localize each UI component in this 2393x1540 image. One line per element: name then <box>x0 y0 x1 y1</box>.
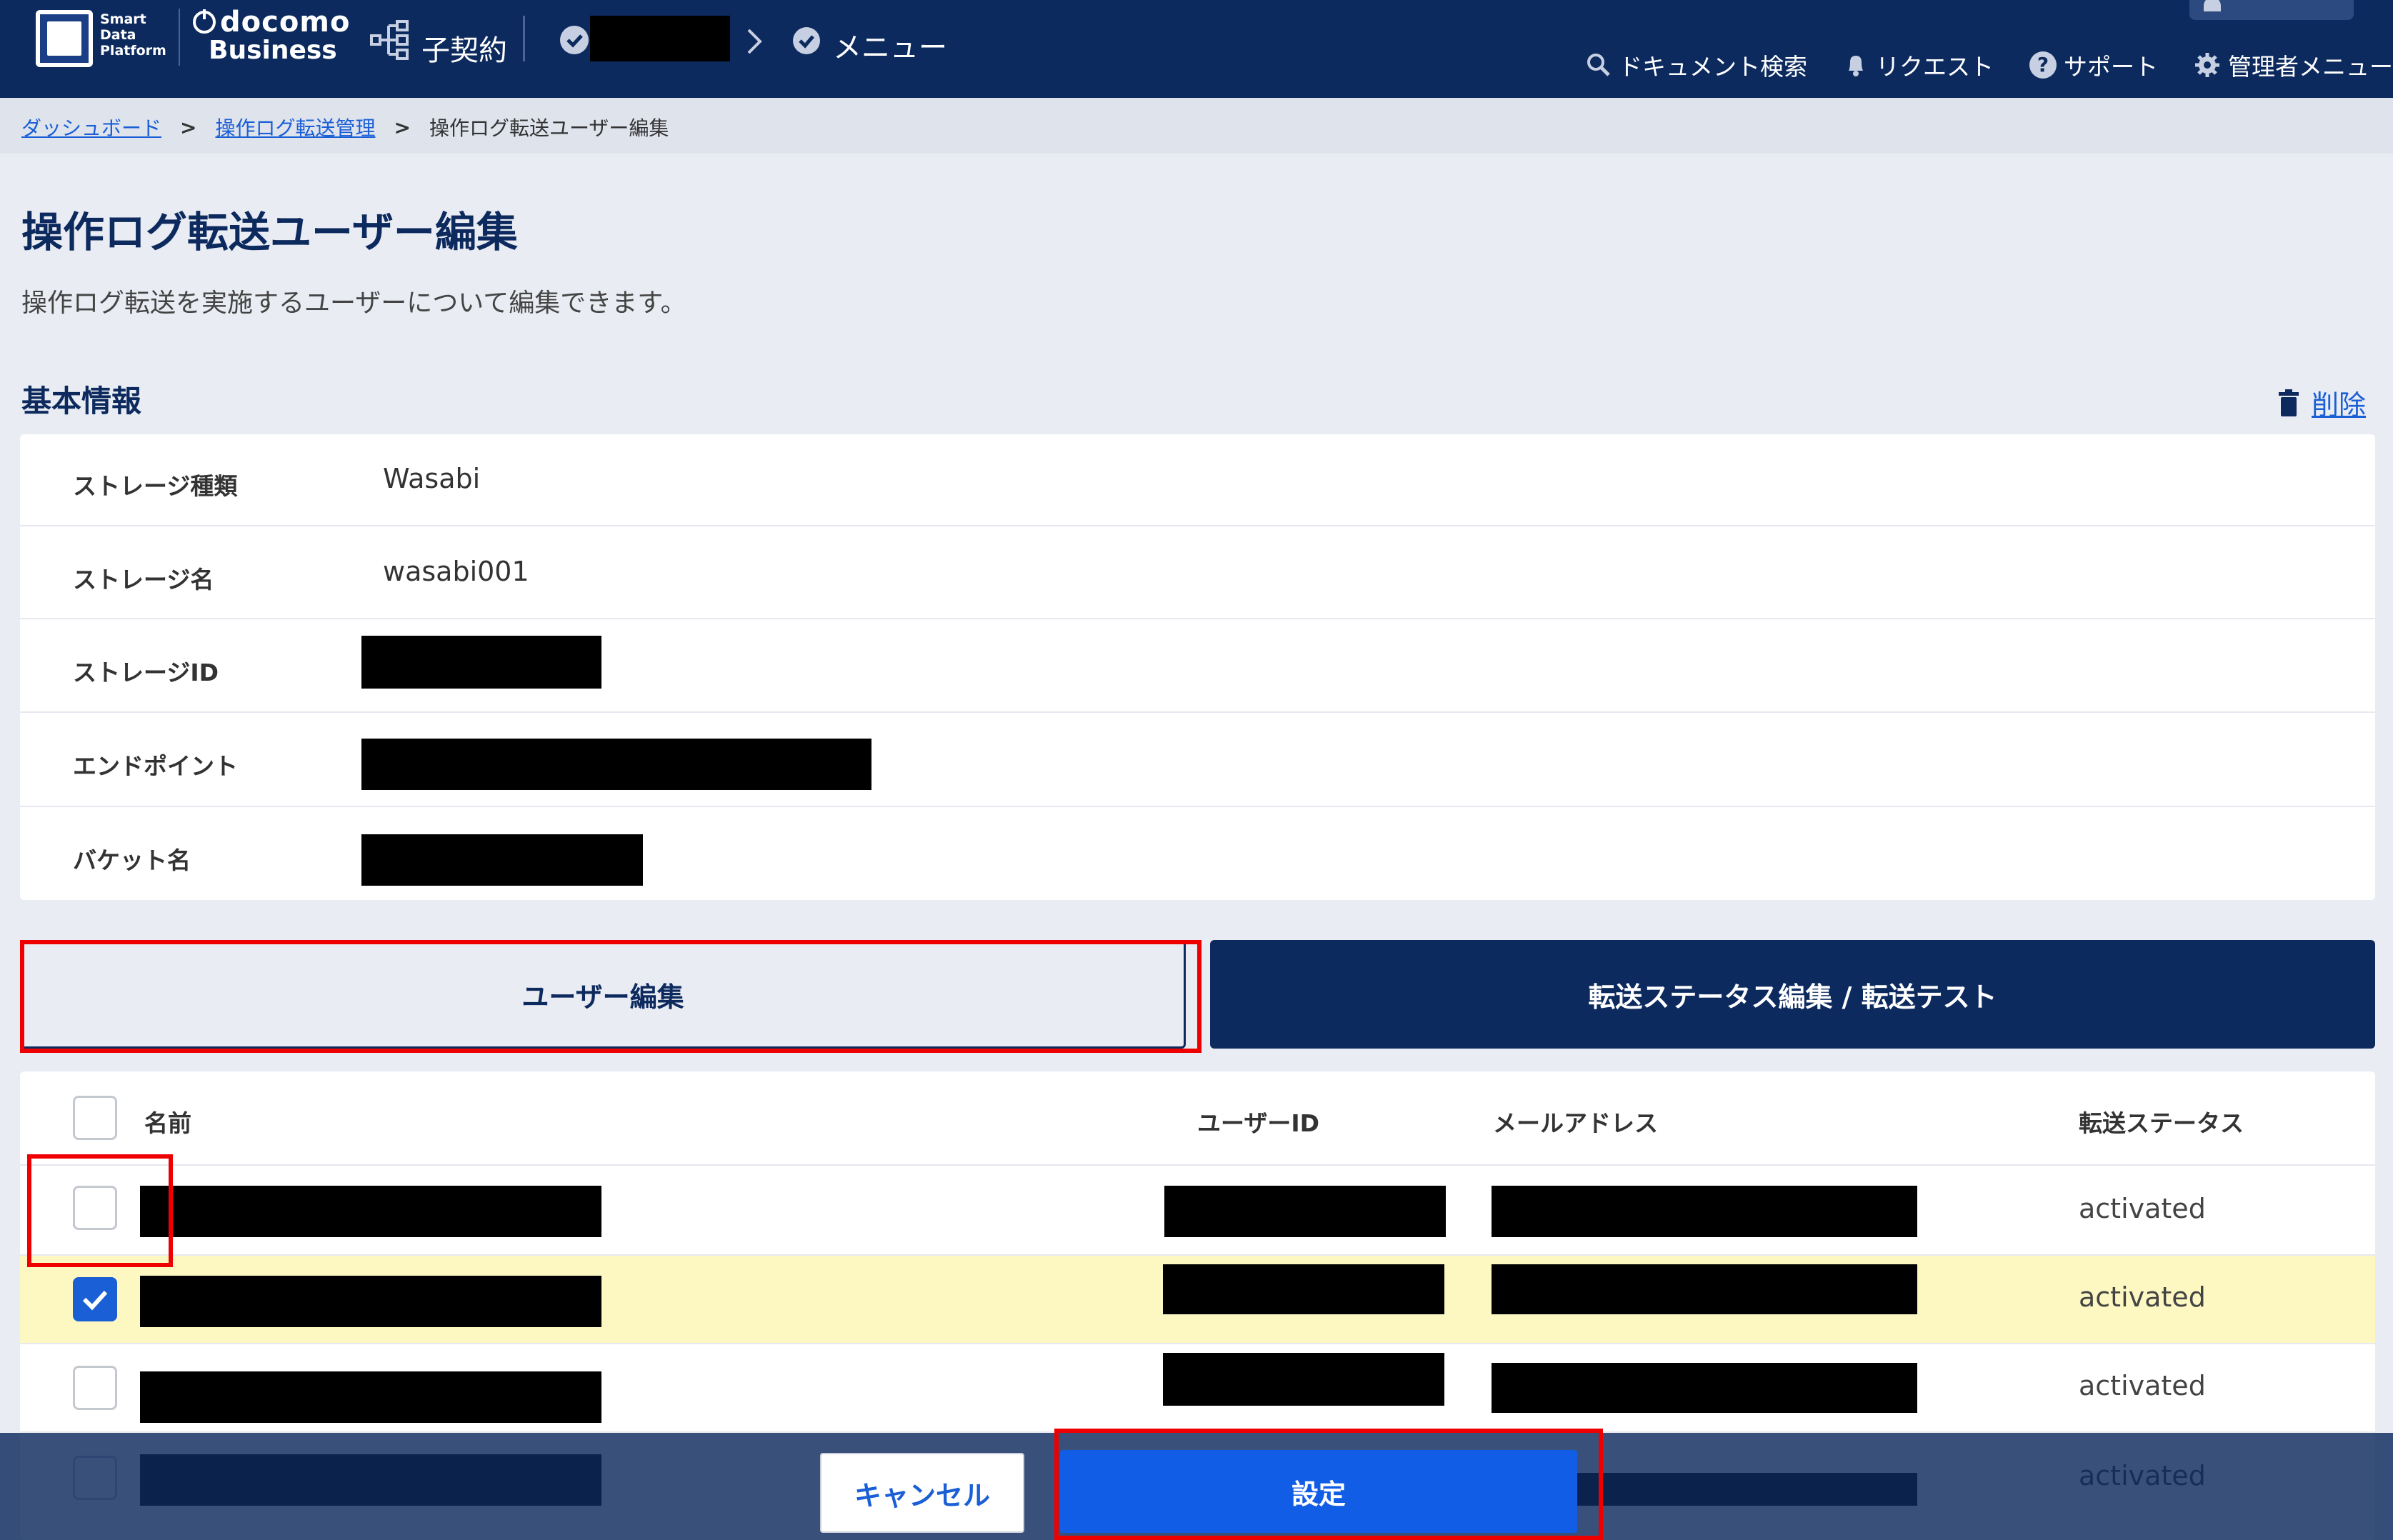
contract-check-icon <box>560 26 589 54</box>
support-link[interactable]: サポート <box>2064 48 2158 82</box>
endpoint-label: エンドポイント <box>73 752 238 780</box>
menu-check-icon <box>793 27 820 54</box>
submit-button-label: 設定 <box>1291 1478 1346 1510</box>
tab-user-edit-label: ユーザー編集 <box>521 981 684 1013</box>
chevron-right-icon <box>746 27 763 56</box>
trash-icon <box>2279 389 2299 416</box>
storage-id-label: ストレージID <box>73 659 219 686</box>
endpoint-redacted <box>361 739 871 790</box>
delete-label: 削除 <box>2312 389 2367 421</box>
breadcrumb-separator-icon: > <box>180 115 197 139</box>
row-divider <box>20 711 2375 713</box>
email-redacted <box>1492 1363 1917 1413</box>
help-icon: ? <box>2029 51 2057 79</box>
transfer-status-value: activated <box>2079 1370 2206 1401</box>
docomo-power-icon <box>193 9 216 34</box>
header-divider-2 <box>523 16 525 61</box>
breadcrumb-separator-icon: > <box>394 115 411 139</box>
email-redacted <box>1492 1186 1917 1237</box>
tab-transfer-status[interactable]: 転送ステータス編集 / 転送テスト <box>1210 940 2375 1049</box>
search-icon <box>1586 52 1612 78</box>
bucket-name-label: バケット名 <box>73 846 191 874</box>
column-header-status[interactable]: 転送ステータス <box>2079 1104 2244 1139</box>
page-title: 操作ログ転送ユーザー編集 <box>21 208 518 256</box>
row-divider <box>20 618 2375 619</box>
user-icon <box>2204 0 2221 11</box>
header-nav: ドキュメント検索 リクエスト ? サポート 管理者メニュー <box>1586 47 2393 83</box>
request-link[interactable]: リクエスト <box>1876 48 1994 82</box>
gear-icon <box>2194 51 2221 79</box>
row-divider <box>20 525 2375 526</box>
section-title-basic-info: 基本情報 <box>21 384 142 419</box>
top-header: Smart Data Platform docomo Business 子契約 <box>0 0 2393 98</box>
user-name-redacted <box>140 1186 601 1237</box>
contract-selector[interactable]: 子契約 <box>421 27 507 69</box>
storage-type-label: ストレージ種類 <box>73 472 238 500</box>
page-description: 操作ログ転送を実施するユーザーについて編集できます。 <box>21 289 686 318</box>
sdp-logo-text: Smart Data Platform <box>100 11 166 59</box>
breadcrumb-dashboard[interactable]: ダッシュボード <box>21 113 161 141</box>
docomo-business-logo[interactable]: docomo Business <box>193 6 350 65</box>
row-checkbox[interactable] <box>73 1366 117 1410</box>
column-header-user-id[interactable]: ユーザーID <box>1197 1104 1319 1139</box>
transfer-status-value: activated <box>2079 1193 2206 1224</box>
user-account-badge[interactable] <box>2189 0 2354 20</box>
admin-menu-link[interactable]: 管理者メニュー <box>2228 48 2393 82</box>
logo-smart-text: Smart <box>100 11 146 27</box>
document-search-link[interactable]: ドキュメント検索 <box>1619 48 1807 82</box>
tab-transfer-status-label: 転送ステータス編集 / 転送テスト <box>1588 981 1997 1013</box>
email-redacted <box>1492 1264 1917 1314</box>
user-name-redacted <box>140 1371 601 1423</box>
menu-button[interactable]: メニュー <box>833 24 947 66</box>
docomo-text: docomo <box>220 6 351 39</box>
cancel-button-label: キャンセル <box>854 1479 990 1511</box>
business-text: Business <box>209 36 337 65</box>
breadcrumb: ダッシュボード > 操作ログ転送管理 > 操作ログ転送ユーザー編集 <box>21 113 669 141</box>
storage-name-value: wasabi001 <box>383 556 529 587</box>
user-id-redacted <box>1163 1264 1444 1314</box>
row-checkbox-checked[interactable] <box>73 1277 117 1321</box>
storage-name-label: ストレージ名 <box>73 566 214 594</box>
bucket-name-redacted <box>361 834 643 886</box>
user-id-redacted <box>1164 1186 1446 1237</box>
logo-data-text: Data <box>100 27 136 43</box>
logo-platform-text: Platform <box>100 43 166 59</box>
select-all-checkbox[interactable] <box>73 1096 117 1140</box>
storage-type-value: Wasabi <box>383 463 481 494</box>
column-header-name[interactable]: 名前 <box>144 1104 191 1139</box>
submit-button[interactable]: 設定 <box>1060 1450 1577 1533</box>
checkmark-icon <box>82 1290 108 1311</box>
user-id-redacted <box>1163 1353 1444 1406</box>
sdp-logo[interactable] <box>36 10 93 67</box>
contract-name-redacted[interactable] <box>590 16 730 61</box>
cancel-button[interactable]: キャンセル <box>820 1453 1024 1533</box>
bell-icon <box>1843 52 1869 78</box>
breadcrumb-current: 操作ログ転送ユーザー編集 <box>429 116 669 140</box>
transfer-status-value: activated <box>2079 1281 2206 1313</box>
row-divider <box>20 806 2375 807</box>
user-name-redacted <box>140 1276 601 1327</box>
storage-id-redacted <box>361 636 601 689</box>
row-checkbox[interactable] <box>73 1186 117 1230</box>
column-header-email[interactable]: メールアドレス <box>1493 1104 1658 1139</box>
breadcrumb-log-transfer[interactable]: 操作ログ転送管理 <box>215 113 375 141</box>
tab-user-edit[interactable]: ユーザー編集 <box>20 940 1186 1049</box>
tree-icon <box>370 20 410 60</box>
header-divider <box>179 9 180 66</box>
delete-link[interactable]: 削除 <box>2279 383 2366 422</box>
